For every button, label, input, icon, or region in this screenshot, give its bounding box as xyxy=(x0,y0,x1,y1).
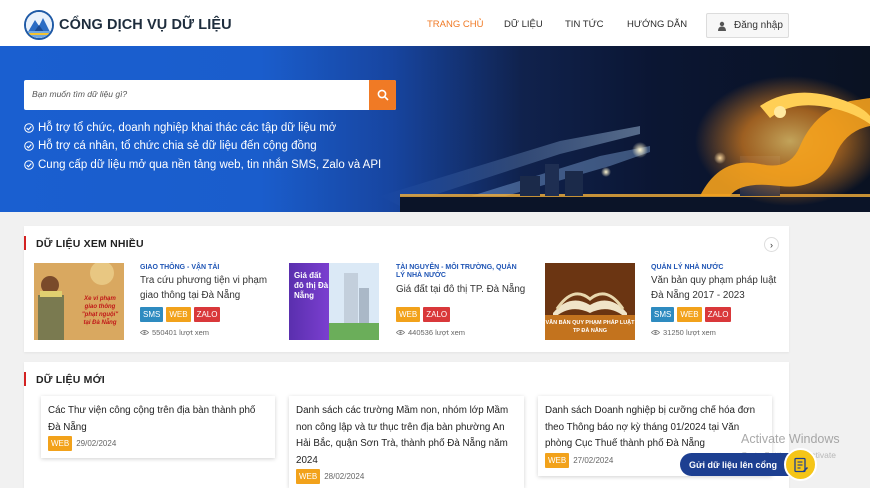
user-icon xyxy=(718,21,726,31)
latest-item-date: 27/02/2024 xyxy=(573,456,614,465)
chevron-right-icon: › xyxy=(770,239,773,250)
item-category[interactable]: TÀI NGUYÊN - MÔI TRƯỜNG, QUẢN LÝ NHÀ NƯỚ… xyxy=(396,264,526,280)
item-views: 550401 lượt xem xyxy=(140,328,209,337)
section-accent-bar xyxy=(24,372,26,386)
eye-icon xyxy=(140,330,149,335)
feature-item: Hỗ trợ tổ chức, doanh nghiệp khai thác c… xyxy=(24,122,336,134)
tag-web: WEB xyxy=(48,436,73,451)
item-category[interactable]: GIAO THÔNG - VẬN TẢI xyxy=(140,264,250,272)
item-thumbnail[interactable]: VĂN BẢN QUY PHẠM PHÁP LUẬT TP ĐÀ NẴNG xyxy=(545,263,635,340)
tag-zalo: ZALO xyxy=(193,307,221,322)
feature-item: Cung cấp dữ liệu mở qua nền tảng web, ti… xyxy=(24,159,381,171)
thumbnail-caption: Xe vi phạm giao thông "phạt nguội" tại Đ… xyxy=(81,296,119,326)
hero-banner: Bạn muốn tìm dữ liệu gì? Hỗ trợ tổ chức,… xyxy=(0,46,870,212)
eye-icon xyxy=(651,330,660,335)
item-views: 31250 lượt xem xyxy=(651,328,716,337)
latest-item[interactable]: Các Thư viện công cộng trên địa bàn thàn… xyxy=(41,396,275,458)
nav-news[interactable]: TIN TỨC xyxy=(565,19,604,30)
views-count: 440536 lượt xem xyxy=(408,328,466,337)
tag-web: WEB xyxy=(677,307,702,322)
item-title[interactable]: Văn bản quy phạm pháp luật Đà Nẵng 2017 … xyxy=(651,273,781,303)
search-button[interactable] xyxy=(369,80,396,110)
item-tags: WEB ZALO xyxy=(396,307,451,322)
tag-web: WEB xyxy=(166,307,191,322)
latest-item[interactable]: Danh sách các trường Mầm non, nhóm lớp M… xyxy=(289,396,524,488)
section-title: DỮ LIỆU XEM NHIỀU xyxy=(36,238,144,250)
check-circle-icon xyxy=(24,141,34,151)
login-label: Đăng nhập xyxy=(734,20,783,31)
item-title[interactable]: Tra cứu phương tiện vi phạm giao thông t… xyxy=(140,273,270,303)
nav-home[interactable]: TRANG CHỦ xyxy=(427,19,483,30)
latest-item-meta: WEB 29/02/2024 xyxy=(48,436,116,451)
tag-sms: SMS xyxy=(140,307,164,322)
item-thumbnail[interactable]: Giá đất đô thị Đà Nẵng xyxy=(289,263,379,340)
tag-zalo: ZALO xyxy=(704,307,732,322)
thumbnail-caption: Giá đất đô thị Đà Nẵng xyxy=(294,271,329,300)
thumbnail-caption: VĂN BẢN QUY PHẠM PHÁP LUẬT TP ĐÀ NẴNG xyxy=(545,320,635,334)
latest-item-meta: WEB 27/02/2024 xyxy=(545,453,613,468)
search-icon xyxy=(377,89,389,101)
feature-text: Cung cấp dữ liệu mở qua nền tảng web, ti… xyxy=(38,159,382,171)
latest-item-title[interactable]: Danh sách Doanh nghiệp bị cưỡng chế hóa … xyxy=(545,403,763,453)
search-box[interactable]: Bạn muốn tìm dữ liệu gì? xyxy=(24,80,396,110)
item-category[interactable]: QUẢN LÝ NHÀ NƯỚC xyxy=(651,264,761,272)
item-thumbnail[interactable]: Xe vi phạm giao thông "phạt nguội" tại Đ… xyxy=(34,263,124,340)
latest-item-date: 29/02/2024 xyxy=(76,439,117,448)
document-upload-icon xyxy=(793,457,808,472)
feature-item: Hỗ trợ cá nhân, tổ chức chia sẻ dữ liệu … xyxy=(24,140,317,152)
feature-text: Hỗ trợ cá nhân, tổ chức chia sẻ dữ liệu … xyxy=(38,140,317,152)
item-tags: SMS WEB ZALO xyxy=(140,307,221,322)
item-views: 440536 lượt xem xyxy=(396,328,465,337)
activate-windows-watermark: Activate Windows xyxy=(741,432,840,446)
section-title: DỮ LIỆU MỚI xyxy=(36,374,105,386)
latest-item-title[interactable]: Các Thư viện công cộng trên địa bàn thàn… xyxy=(48,403,270,436)
tag-web: WEB xyxy=(296,469,321,484)
latest-item-date: 28/02/2024 xyxy=(324,472,365,481)
section-accent-bar xyxy=(24,236,26,250)
latest-item-title[interactable]: Danh sách các trường Mầm non, nhóm lớp M… xyxy=(296,403,519,469)
check-circle-icon xyxy=(24,123,34,133)
login-button[interactable]: Đăng nhập xyxy=(706,13,789,38)
nav-data[interactable]: DỮ LIỆU xyxy=(504,19,543,30)
views-count: 31250 lượt xem xyxy=(663,328,716,337)
item-title[interactable]: Giá đất tại đô thị TP. Đà Nẵng xyxy=(396,282,536,297)
nav-guide[interactable]: HƯỚNG DẪN xyxy=(627,19,687,30)
submit-data-icon-button[interactable] xyxy=(784,448,817,481)
views-count: 550401 lượt xem xyxy=(152,328,210,337)
feature-text: Hỗ trợ tổ chức, doanh nghiệp khai thác c… xyxy=(38,122,337,134)
tag-web: WEB xyxy=(545,453,570,468)
tag-web: WEB xyxy=(396,307,421,322)
tag-zalo: ZALO xyxy=(423,307,451,322)
latest-item-meta: WEB 28/02/2024 xyxy=(296,469,364,484)
check-circle-icon xyxy=(24,160,34,170)
search-input[interactable]: Bạn muốn tìm dữ liệu gì? xyxy=(32,89,127,99)
submit-data-label: Gửi dữ liệu lên cổng xyxy=(689,459,778,470)
tag-sms: SMS xyxy=(651,307,675,322)
popular-data-section: DỮ LIỆU XEM NHIỀU › Xe vi phạm giao thôn… xyxy=(24,226,789,352)
carousel-next-button[interactable]: › xyxy=(764,237,779,252)
item-tags: SMS WEB ZALO xyxy=(651,307,732,322)
site-header: CỔNG DỊCH VỤ DỮ LIỆU TRANG CHỦ DỮ LIỆU T… xyxy=(0,0,870,48)
eye-icon xyxy=(396,330,405,335)
